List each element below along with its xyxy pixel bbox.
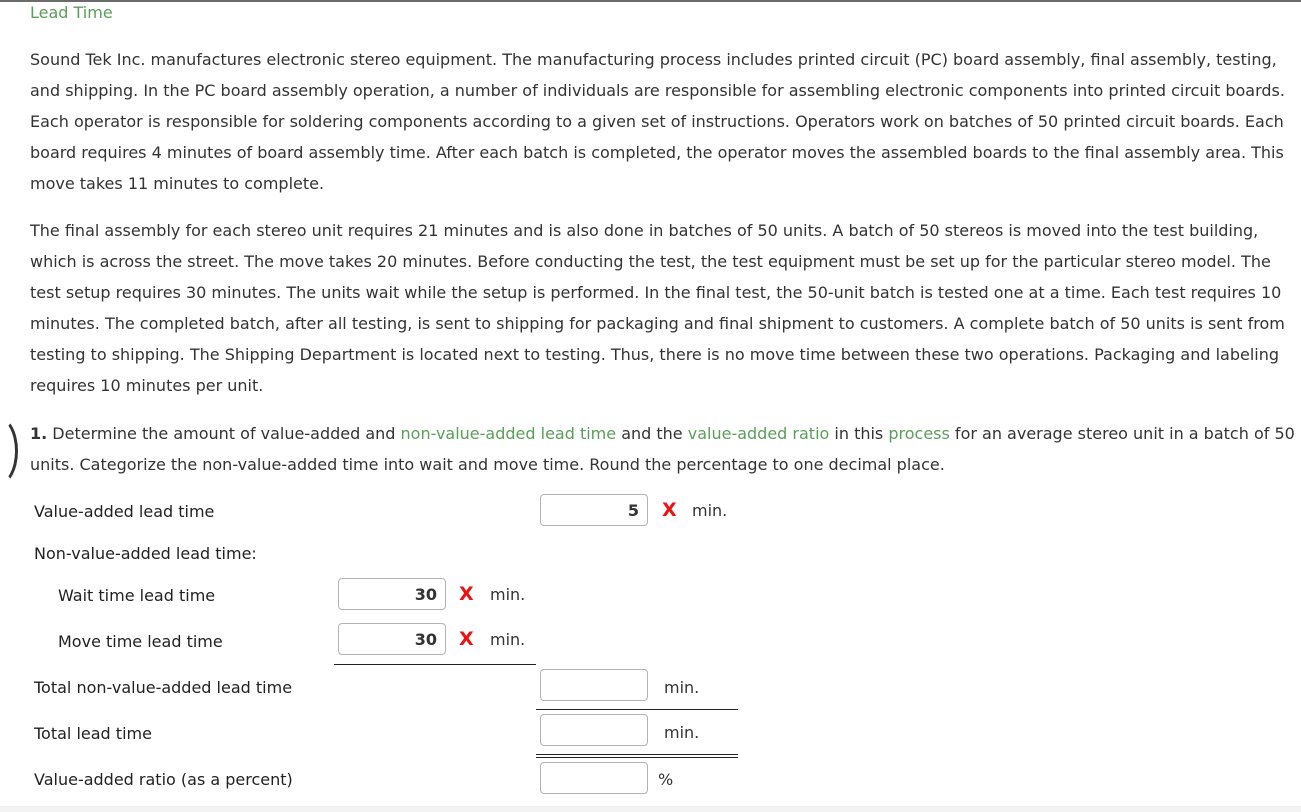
value-added-label: Value-added lead time	[34, 502, 215, 521]
top-border	[0, 0, 1301, 2]
question-text-part: in this	[829, 424, 889, 443]
total-lead-input[interactable]	[540, 714, 648, 746]
incorrect-x-icon: X	[459, 583, 474, 605]
total-lead-label: Total lead time	[34, 724, 152, 743]
double-rule-bottom	[536, 757, 738, 758]
double-rule-top	[536, 754, 738, 755]
wait-time-input[interactable]	[338, 578, 446, 610]
incorrect-x-icon: X	[459, 628, 474, 650]
wait-time-label: Wait time lead time	[58, 586, 216, 605]
non-value-added-heading: Non-value-added lead time:	[34, 544, 257, 563]
term-link-non-value-added-lead-time[interactable]: non-value-added lead time	[401, 424, 617, 443]
page-title: Lead Time	[30, 3, 113, 22]
total-nva-unit: min.	[664, 678, 700, 697]
question-bracket-icon	[0, 416, 18, 486]
total-lead-unit: min.	[664, 723, 700, 742]
value-added-input[interactable]	[540, 494, 648, 526]
wait-time-unit: min.	[490, 585, 526, 604]
move-time-input[interactable]	[338, 623, 446, 655]
term-link-process[interactable]: process	[888, 424, 949, 443]
move-time-label: Move time lead time	[58, 632, 223, 651]
total-nva-label: Total non-value-added lead time	[34, 678, 293, 697]
va-ratio-unit: %	[658, 770, 674, 789]
total-nva-input[interactable]	[540, 669, 648, 701]
bottom-shade	[0, 806, 1301, 812]
value-added-unit: min.	[692, 501, 728, 520]
problem-paragraph-2: The final assembly for each stereo unit …	[30, 221, 1285, 395]
subtotal-rule	[334, 664, 536, 665]
va-ratio-label: Value-added ratio (as a percent)	[34, 770, 293, 789]
question-number: 1.	[30, 424, 48, 443]
question-text-part: and the	[616, 424, 688, 443]
va-ratio-input[interactable]	[540, 762, 648, 794]
incorrect-x-icon: X	[662, 499, 677, 521]
move-time-unit: min.	[490, 630, 526, 649]
question-text: 1. Determine the amount of value-added a…	[30, 418, 1298, 480]
total-rule	[536, 709, 738, 710]
question-text-part: Determine the amount of value-added and	[47, 424, 401, 443]
problem-paragraph-1: Sound Tek Inc. manufactures electronic s…	[30, 50, 1285, 193]
term-link-value-added-ratio[interactable]: value-added ratio	[688, 424, 830, 443]
